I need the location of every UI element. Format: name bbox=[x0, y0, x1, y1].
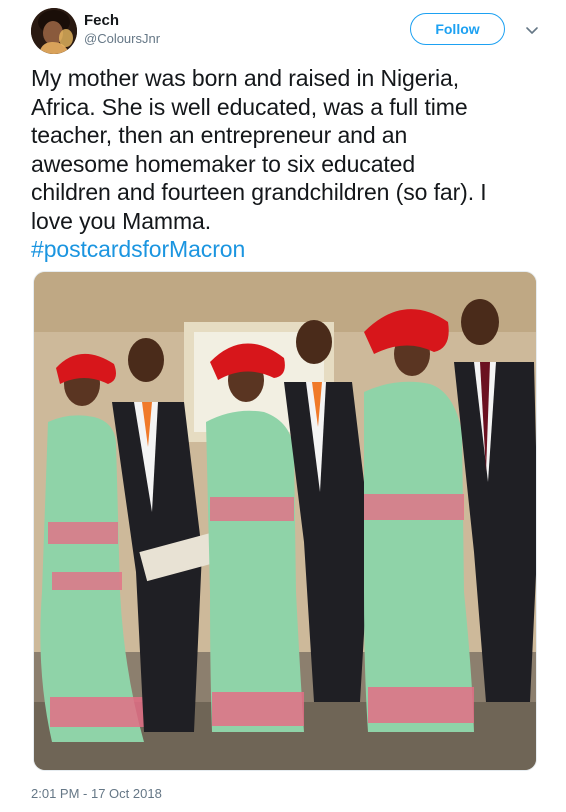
tweet-text-line: My mother was born and raised in Nigeria… bbox=[31, 65, 459, 91]
tweet-photo[interactable] bbox=[33, 271, 537, 771]
tweet-text: My mother was born and raised in Nigeria… bbox=[31, 64, 541, 264]
hashtag-link[interactable]: #postcardsforMacron bbox=[31, 235, 541, 264]
tweet-header: Fech @ColoursJnr Follow bbox=[31, 8, 546, 58]
tweet-text-line: awesome homemaker to six educated bbox=[31, 150, 416, 177]
follow-button[interactable]: Follow bbox=[410, 13, 505, 45]
avatar[interactable] bbox=[31, 8, 77, 54]
tweet-text-line: children and fourteen grandchildren (so … bbox=[31, 179, 487, 205]
tweet-text-line: Africa. She is well educated, was a full… bbox=[31, 93, 468, 120]
user-names: Fech @ColoursJnr bbox=[84, 11, 160, 48]
tweet-text-line: teacher, then an entrepreneur and an bbox=[31, 122, 408, 148]
chevron-down-icon[interactable] bbox=[522, 20, 542, 40]
user-handle[interactable]: @ColoursJnr bbox=[84, 30, 160, 48]
tweet-timestamp[interactable]: 2:01 PM - 17 Oct 2018 bbox=[31, 786, 162, 801]
tweet-text-line: love you Mamma. bbox=[31, 207, 212, 234]
display-name[interactable]: Fech bbox=[84, 11, 160, 30]
